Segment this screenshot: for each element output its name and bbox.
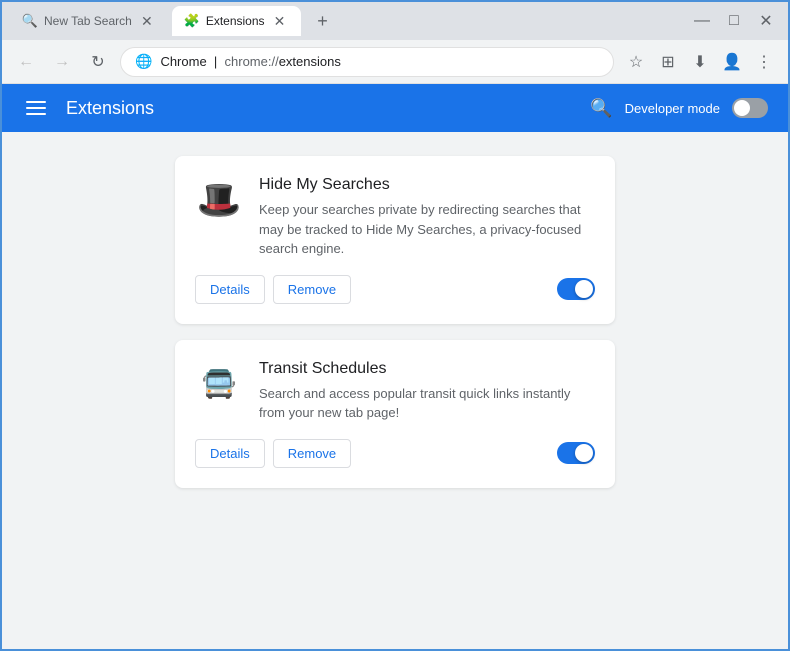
maximize-button[interactable]: □ bbox=[720, 7, 748, 35]
forward-button[interactable]: → bbox=[48, 48, 76, 76]
extensions-tab-icon: 🧩 bbox=[184, 13, 200, 29]
url-protocol: chrome:// bbox=[225, 54, 279, 69]
tab-extensions-close[interactable]: ✕ bbox=[271, 12, 289, 30]
address-actions: ☆ ⊞ ⬇ 👤 ⋮ bbox=[622, 48, 778, 76]
ext-toggle-1[interactable] bbox=[557, 278, 595, 300]
details-button-2[interactable]: Details bbox=[195, 439, 265, 468]
site-label: Chrome bbox=[160, 54, 206, 69]
menu-button[interactable]: ⋮ bbox=[750, 48, 778, 76]
extension-name-1: Hide My Searches bbox=[259, 176, 595, 194]
address-bar: ← → ↻ 🌐 Chrome | chrome://extensions ☆ ⊞… bbox=[2, 40, 788, 84]
ext-toggle-slider-1 bbox=[557, 278, 595, 300]
bookmark-button[interactable]: ☆ bbox=[622, 48, 650, 76]
card-info-1: Hide My Searches Keep your searches priv… bbox=[259, 176, 595, 259]
remove-button-1[interactable]: Remove bbox=[273, 275, 351, 304]
extensions-main: filch.com 🎩 Hide My Searches Keep your s… bbox=[2, 132, 788, 649]
tab-new-tab-search[interactable]: 🔍 New Tab Search ✕ bbox=[10, 6, 168, 36]
ext-toggle-2[interactable] bbox=[557, 442, 595, 464]
url-path: extensions bbox=[279, 54, 341, 69]
tab-new-tab-search-close[interactable]: ✕ bbox=[138, 12, 156, 30]
back-button[interactable]: ← bbox=[12, 48, 40, 76]
extensions-button[interactable]: ⊞ bbox=[654, 48, 682, 76]
extension-desc-1: Keep your searches private by redirectin… bbox=[259, 200, 595, 259]
extension-name-2: Transit Schedules bbox=[259, 360, 595, 378]
close-button[interactable]: ✕ bbox=[752, 7, 780, 35]
title-bar: 🔍 New Tab Search ✕ 🧩 Extensions ✕ + — □ … bbox=[2, 2, 788, 40]
extension-desc-2: Search and access popular transit quick … bbox=[259, 384, 595, 423]
ext-toggle-slider-2 bbox=[557, 442, 595, 464]
extension-card-hide-my-searches: 🎩 Hide My Searches Keep your searches pr… bbox=[175, 156, 615, 324]
new-tab-button[interactable]: + bbox=[309, 7, 337, 35]
extension-card-transit-schedules: 🚍 Transit Schedules Search and access po… bbox=[175, 340, 615, 488]
browser-window: 🔍 New Tab Search ✕ 🧩 Extensions ✕ + — □ … bbox=[0, 0, 790, 651]
remove-button-2[interactable]: Remove bbox=[273, 439, 351, 468]
window-controls: — □ ✕ bbox=[688, 7, 780, 35]
hamburger-line-1 bbox=[26, 101, 46, 103]
search-icon: 🔍 bbox=[22, 13, 38, 29]
card-header-1: 🎩 Hide My Searches Keep your searches pr… bbox=[195, 176, 595, 259]
tab-extensions[interactable]: 🧩 Extensions ✕ bbox=[172, 6, 301, 36]
download-button[interactable]: ⬇ bbox=[686, 48, 714, 76]
tab-extensions-label: Extensions bbox=[206, 14, 265, 28]
header-search-button[interactable]: 🔍 bbox=[590, 98, 612, 119]
url-text: Chrome | chrome://extensions bbox=[160, 54, 340, 69]
header-right: 🔍 Developer mode bbox=[590, 98, 768, 119]
card-info-2: Transit Schedules Search and access popu… bbox=[259, 360, 595, 423]
hamburger-menu[interactable] bbox=[22, 97, 50, 119]
card-actions-1: Details Remove bbox=[195, 275, 595, 304]
details-button-1[interactable]: Details bbox=[195, 275, 265, 304]
extensions-header: Extensions 🔍 Developer mode bbox=[2, 84, 788, 132]
page-title: Extensions bbox=[66, 98, 154, 119]
url-bar[interactable]: 🌐 Chrome | chrome://extensions bbox=[120, 47, 614, 77]
hamburger-line-2 bbox=[26, 107, 46, 109]
developer-mode-slider bbox=[732, 98, 768, 118]
card-header-2: 🚍 Transit Schedules Search and access po… bbox=[195, 360, 595, 423]
hide-my-searches-icon: 🎩 bbox=[195, 176, 243, 224]
transit-schedules-icon: 🚍 bbox=[195, 360, 243, 408]
profile-button[interactable]: 👤 bbox=[718, 48, 746, 76]
minimize-button[interactable]: — bbox=[688, 7, 716, 35]
developer-mode-label: Developer mode bbox=[625, 101, 720, 116]
card-toggle-2 bbox=[557, 442, 595, 464]
tab-new-tab-search-label: New Tab Search bbox=[44, 14, 132, 28]
developer-mode-toggle[interactable] bbox=[732, 98, 768, 118]
globe-icon: 🌐 bbox=[135, 53, 152, 70]
hamburger-line-3 bbox=[26, 113, 46, 115]
card-actions-2: Details Remove bbox=[195, 439, 595, 468]
reload-button[interactable]: ↻ bbox=[84, 48, 112, 76]
card-toggle-1 bbox=[557, 278, 595, 300]
